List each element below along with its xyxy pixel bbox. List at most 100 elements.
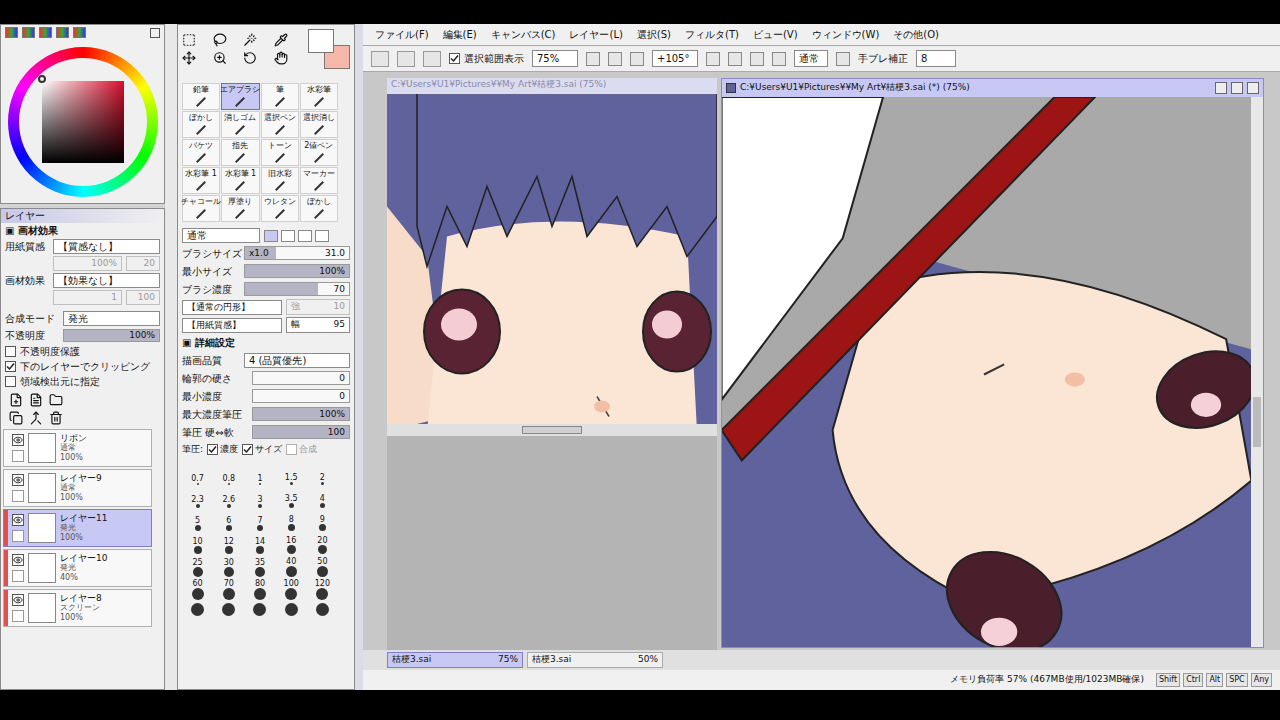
size-preset[interactable]: 2: [307, 463, 338, 485]
menu-item[interactable]: フィルタ(T): [685, 27, 739, 42]
size-preset[interactable]: [307, 601, 338, 617]
size-preset[interactable]: 0.8: [213, 463, 244, 485]
size-preset[interactable]: 6: [213, 509, 244, 531]
toolbar-button[interactable]: [371, 51, 389, 67]
visibility-toggle[interactable]: [12, 594, 24, 606]
color-mode-icon[interactable]: [39, 27, 52, 38]
size-preset[interactable]: 50: [307, 555, 338, 577]
tool-button[interactable]: 消しゴム: [221, 111, 259, 138]
color-mode-icon[interactable]: [5, 27, 18, 38]
effect-select[interactable]: 【効果なし】: [53, 273, 160, 288]
tool-button[interactable]: 水彩筆 1: [182, 167, 220, 194]
tool-button[interactable]: チャコール: [182, 195, 220, 222]
copy-layer-icon[interactable]: [9, 411, 23, 425]
tool-button[interactable]: 水彩筆: [300, 83, 338, 110]
tool-button[interactable]: トーン: [261, 139, 299, 166]
size-preset[interactable]: 25: [182, 555, 213, 577]
texture-width[interactable]: 幅95: [286, 317, 350, 333]
color-mode-icon[interactable]: [73, 27, 86, 38]
size-preset[interactable]: [276, 601, 307, 617]
zoom-button[interactable]: [630, 52, 644, 66]
tool-button[interactable]: 水彩筆 1: [221, 167, 259, 194]
layer-row[interactable]: レイヤー11発光100%: [3, 509, 152, 547]
visibility-toggle[interactable]: [12, 434, 24, 446]
checkbox[interactable]: [5, 376, 16, 387]
checkbox[interactable]: [207, 444, 218, 455]
size-preset[interactable]: 10: [182, 532, 213, 554]
tool-button[interactable]: 旧水彩: [261, 167, 299, 194]
option-check[interactable]: 不透明度保護: [1, 344, 164, 359]
edge-shape-icon[interactable]: [264, 230, 278, 242]
option-check[interactable]: 領域検出元に指定: [1, 374, 164, 389]
document-tab[interactable]: 桔梗3.sai50%: [527, 652, 663, 668]
color-wheel[interactable]: [8, 47, 158, 197]
layer-row[interactable]: レイヤー10発光40%: [3, 549, 152, 587]
size-preset[interactable]: 120: [307, 578, 338, 600]
close-icon[interactable]: [150, 28, 160, 38]
size-preset[interactable]: [182, 601, 213, 617]
visibility-toggle[interactable]: [12, 554, 24, 566]
checkbox[interactable]: [242, 444, 253, 455]
opacity-slider[interactable]: 100%: [63, 329, 160, 342]
menu-item[interactable]: ビュー(V): [753, 27, 798, 42]
size-preset[interactable]: 70: [213, 578, 244, 600]
zoom-icon[interactable]: [213, 51, 227, 65]
tool-button[interactable]: 選択ペン: [261, 111, 299, 138]
toolbar-button[interactable]: [397, 51, 415, 67]
size-preset[interactable]: 80: [244, 578, 275, 600]
size-preset[interactable]: 60: [182, 578, 213, 600]
size-preset[interactable]: 1: [244, 463, 275, 485]
menu-item[interactable]: ウィンドウ(W): [812, 27, 880, 42]
layer-row[interactable]: リボン通常100%: [3, 429, 152, 467]
slider[interactable]: 70: [244, 282, 350, 296]
edge-shape-icon[interactable]: [315, 230, 329, 242]
tool-button[interactable]: 筆: [261, 83, 299, 110]
lasso-icon[interactable]: [213, 33, 227, 47]
checkbox[interactable]: [5, 361, 16, 372]
tool-button[interactable]: 鉛筆: [182, 83, 220, 110]
toolbar-button[interactable]: [423, 51, 441, 67]
layer-row[interactable]: レイヤー8スクリーン100%: [3, 589, 152, 627]
hand-icon[interactable]: [274, 51, 288, 65]
menu-item[interactable]: キャンバス(C): [491, 27, 556, 42]
size-preset[interactable]: [244, 601, 275, 617]
tool-button[interactable]: マーカー: [300, 167, 338, 194]
slider[interactable]: 100%: [252, 407, 350, 421]
size-preset[interactable]: 100: [276, 578, 307, 600]
texture-select[interactable]: 【用紙質感】: [182, 318, 282, 333]
color-mode-icon[interactable]: [56, 27, 69, 38]
zoom-button[interactable]: [608, 52, 622, 66]
menu-item[interactable]: 編集(E): [443, 27, 477, 42]
splitter[interactable]: [387, 424, 717, 436]
mode-field[interactable]: 通常: [794, 50, 828, 67]
rotate-button[interactable]: [750, 52, 764, 66]
stabilizer-field[interactable]: 8: [916, 50, 956, 67]
size-preset[interactable]: [213, 601, 244, 617]
zoom-button[interactable]: [586, 52, 600, 66]
menu-item[interactable]: その他(O): [893, 27, 939, 42]
scrollbar[interactable]: [1251, 97, 1263, 647]
shape-select[interactable]: 【通常の円形】: [182, 300, 282, 315]
rotate-icon[interactable]: [243, 51, 257, 65]
menu-item[interactable]: ファイル(F): [375, 27, 429, 42]
eyedropper-icon[interactable]: [274, 33, 288, 47]
edge-shape-icon[interactable]: [281, 230, 295, 242]
wand-icon[interactable]: [243, 33, 257, 47]
document-tab[interactable]: 桔梗3.sai75%: [387, 652, 523, 668]
tool-button[interactable]: 厚塗り: [221, 195, 259, 222]
checkbox[interactable]: [286, 444, 297, 455]
size-preset[interactable]: 20: [307, 532, 338, 554]
tool-button[interactable]: ぼかし: [300, 195, 338, 222]
size-preset[interactable]: 2.6: [213, 486, 244, 508]
new-linework-icon[interactable]: [29, 393, 43, 407]
tool-button[interactable]: ウレタン: [261, 195, 299, 222]
window-button[interactable]: [1247, 82, 1259, 94]
tool-button[interactable]: 選択消し: [300, 111, 338, 138]
move-icon[interactable]: [182, 51, 196, 65]
size-preset[interactable]: 3.5: [276, 486, 307, 508]
rotate-button[interactable]: [772, 52, 786, 66]
pressure-check[interactable]: 合成: [286, 443, 317, 457]
rotate-button[interactable]: [706, 52, 720, 66]
canvas-artwork[interactable]: [722, 97, 1251, 647]
size-preset[interactable]: 9: [307, 509, 338, 531]
